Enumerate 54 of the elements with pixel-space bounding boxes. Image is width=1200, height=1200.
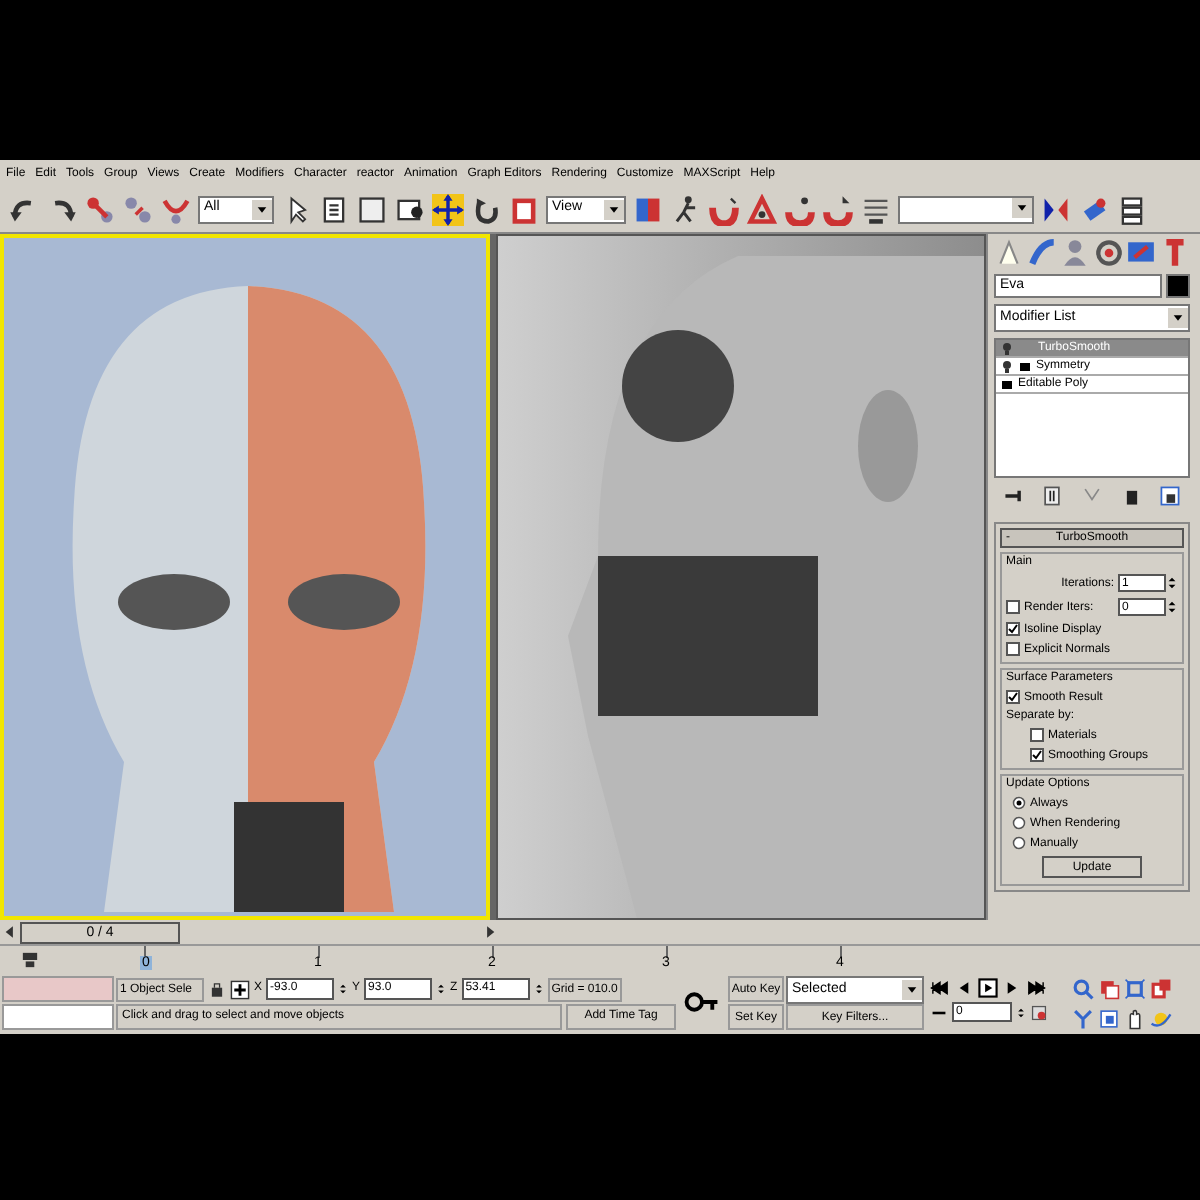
maxscript-listener-field[interactable] [2, 976, 114, 1002]
checkbox[interactable] [1006, 642, 1020, 656]
spinner-arrows-icon[interactable] [1166, 598, 1178, 616]
unlink-icon[interactable] [122, 193, 154, 225]
motion-icon[interactable] [1093, 238, 1124, 268]
radio-button[interactable] [1012, 816, 1026, 830]
absolute-mode-icon[interactable] [230, 979, 250, 999]
region-zoom-icon[interactable] [1098, 1008, 1120, 1030]
select-by-name-icon[interactable] [318, 193, 350, 225]
layers-icon[interactable] [1116, 193, 1148, 225]
checkbox[interactable] [1006, 600, 1020, 614]
play-icon[interactable] [978, 978, 998, 998]
checkbox[interactable] [1006, 690, 1020, 704]
spinner-snap-icon[interactable] [822, 193, 854, 225]
zoom-extents-all-icon[interactable] [1150, 978, 1172, 1000]
field-of-view-icon[interactable] [1072, 1008, 1094, 1030]
lock-icon[interactable] [208, 980, 226, 998]
box-icon[interactable] [1000, 377, 1014, 391]
go-to-end-icon[interactable] [1026, 978, 1046, 998]
rectangle-select-icon[interactable] [356, 193, 388, 225]
radio-button[interactable] [1012, 796, 1026, 810]
named-selection-field[interactable] [898, 195, 1034, 223]
zoom-all-icon[interactable] [1098, 978, 1120, 1000]
create-icon[interactable] [994, 238, 1024, 268]
spinner-arrows-icon[interactable] [533, 980, 544, 998]
zoom-extents-icon[interactable] [1124, 978, 1146, 1000]
spinner-arrows-icon[interactable] [1016, 1003, 1026, 1021]
move-icon[interactable] [432, 193, 464, 225]
pan-icon[interactable] [1124, 1008, 1146, 1030]
maxscript-output-field[interactable] [2, 1004, 114, 1030]
go-to-start-icon[interactable] [930, 978, 950, 998]
spinner-arrows-icon[interactable] [1166, 574, 1178, 592]
box-icon[interactable] [1018, 359, 1032, 373]
spinner-arrows-icon[interactable] [338, 980, 349, 998]
configure-icon[interactable] [1158, 484, 1183, 508]
object-color-swatch[interactable] [1166, 274, 1190, 298]
lightbulb-icon[interactable] [1000, 359, 1014, 373]
align-icon[interactable] [1078, 193, 1110, 225]
arc-rotate-icon[interactable] [1150, 1008, 1172, 1030]
curve-icon[interactable] [1027, 238, 1058, 268]
next-frame-icon[interactable] [1002, 978, 1022, 998]
zoom-icon[interactable] [1072, 978, 1094, 1000]
pause-icon[interactable] [1040, 484, 1065, 508]
percent-snap-icon[interactable] [784, 193, 816, 225]
previous-frame-icon[interactable] [954, 978, 974, 998]
angle-snap-icon[interactable] [746, 193, 778, 225]
checkbox[interactable] [1006, 622, 1020, 636]
scale-icon[interactable] [508, 193, 540, 225]
checkbox[interactable] [1030, 728, 1044, 742]
radio-button[interactable] [1012, 836, 1026, 850]
rotate-icon[interactable] [470, 193, 502, 225]
display-icon[interactable] [1126, 238, 1157, 268]
checkbox[interactable] [1030, 748, 1044, 762]
spinner-arrows-icon[interactable] [436, 980, 447, 998]
